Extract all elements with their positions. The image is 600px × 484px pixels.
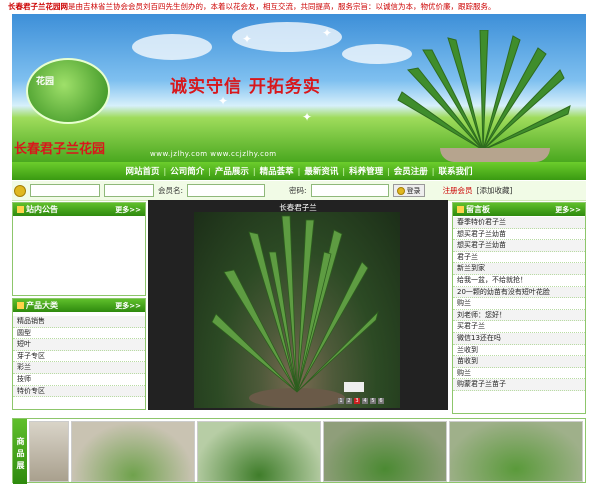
user-icon xyxy=(14,184,26,197)
notice-panel: 站内公告 更多>> xyxy=(12,202,146,296)
category-title: 产品大类 xyxy=(26,301,58,310)
site-intro-text: 是由吉林省兰协会会员刘百四先生创办的，本着以花会友，相互交流，共同提高，服务宗旨… xyxy=(68,2,496,11)
category-panel: 产品大类 更多>> 精品销售 圆型 短叶 芽子专区 彩兰 技师 特价专区 xyxy=(12,298,146,410)
flower-pot xyxy=(440,148,550,162)
category-item[interactable]: 芽子专区 xyxy=(13,351,145,363)
member-input[interactable] xyxy=(187,184,266,197)
member-label: 会员名: xyxy=(158,186,184,195)
nav-register[interactable]: 会员注册 xyxy=(390,165,432,177)
guestbook-item[interactable]: 春季特价君子兰 xyxy=(453,217,585,229)
nav-featured[interactable]: 精品荟萃 xyxy=(256,165,298,177)
guestbook-item[interactable]: 新兰到家 xyxy=(453,263,585,275)
favorite-link[interactable]: [添加收藏] xyxy=(477,185,513,196)
product-showcase: 商品展 xyxy=(12,418,586,484)
pager-dot[interactable]: 4 xyxy=(362,398,368,404)
register-link[interactable]: 注册会员 xyxy=(443,185,473,196)
guestbook-more[interactable]: 更多>> xyxy=(555,205,581,215)
search-input[interactable] xyxy=(30,184,100,197)
product-thumb[interactable] xyxy=(197,421,321,482)
guestbook-item[interactable]: 购兰 xyxy=(453,298,585,310)
logo-emblem xyxy=(26,58,110,124)
clivia-plant-image xyxy=(397,30,571,151)
guestbook-icon xyxy=(457,206,464,213)
login-icon xyxy=(396,186,405,195)
guestbook-item[interactable]: 20一颗的幼苗有没有短叶花脸 xyxy=(453,286,585,299)
category-item[interactable]: 精品销售 xyxy=(13,316,145,328)
nav-products[interactable]: 产品展示 xyxy=(211,165,253,177)
guestbook-item[interactable]: 购兰 xyxy=(453,368,585,380)
login-bar: 会员名: 密码: 登录 注册会员 [添加收藏] xyxy=(12,181,586,201)
category-item[interactable]: 特价专区 xyxy=(13,385,145,398)
category-more[interactable]: 更多>> xyxy=(115,301,141,311)
nav-care[interactable]: 科养管理 xyxy=(345,165,387,177)
notice-title: 站内公告 xyxy=(26,205,58,214)
guestbook-item[interactable]: 苗收到 xyxy=(453,356,585,368)
guestbook-item[interactable]: 想买君子兰幼苗 xyxy=(453,229,585,241)
header-banner: ✦ ✦ ✦ ✦ 花园 诚实守信 开拓务实 长春君子兰花园 www.jzlhy.c… xyxy=(12,14,586,162)
showcase-label: 商品展 xyxy=(13,419,27,484)
nav-news[interactable]: 最新资讯 xyxy=(300,165,342,177)
product-thumb[interactable] xyxy=(323,421,447,482)
pager-dot[interactable]: 5 xyxy=(370,398,376,404)
category-item[interactable]: 短叶 xyxy=(13,339,145,351)
main-nav: 网站首页 | 公司简介 | 产品展示 | 精品荟萃 | 最新资讯 | 科养管理 | 会员注册… xyxy=(12,162,586,180)
product-thumb[interactable] xyxy=(29,421,69,482)
guestbook-title: 留言板 xyxy=(466,205,490,214)
nav-about[interactable]: 公司简介 xyxy=(166,165,208,177)
slideshow-photo[interactable] xyxy=(194,212,400,408)
pager-dot[interactable]: 1 xyxy=(338,398,344,404)
category-icon xyxy=(17,302,24,309)
site-name-link[interactable]: 长春君子兰花园网 xyxy=(8,2,68,11)
guestbook-item[interactable]: 想买君子兰幼苗 xyxy=(453,240,585,252)
product-thumb[interactable] xyxy=(449,421,583,482)
banner-slogan: 诚实守信 开拓务实 xyxy=(170,77,321,97)
notice-more[interactable]: 更多>> xyxy=(115,205,141,215)
password-input[interactable] xyxy=(310,184,389,197)
slideshow[interactable]: 长春君子兰 1 2 3 4 5 6 xyxy=(148,200,448,410)
banner-urls: www.jzlhy.com www.ccjzlhy.com xyxy=(150,150,277,158)
banner-site-name: 长春君子兰花园 xyxy=(14,142,106,157)
notice-icon xyxy=(17,206,24,213)
guestbook-item[interactable]: 刘老师：您好！ xyxy=(453,309,585,322)
pager-dot[interactable]: 6 xyxy=(378,398,384,404)
product-thumb[interactable] xyxy=(71,421,195,482)
guestbook-item[interactable]: 购蒙君子兰苗子 xyxy=(453,379,585,391)
guestbook-item[interactable]: 君子兰 xyxy=(453,252,585,264)
category-item[interactable]: 圆型 xyxy=(13,328,145,340)
nav-home[interactable]: 网站首页 xyxy=(121,165,163,177)
logo-text: 花园 xyxy=(36,77,55,87)
login-button[interactable]: 登录 xyxy=(392,184,425,197)
category-item[interactable]: 技师 xyxy=(13,374,145,386)
category-item[interactable]: 彩兰 xyxy=(13,362,145,374)
guestbook-item[interactable]: 买君子兰 xyxy=(453,321,585,333)
top-info-line: 长春君子兰花园网是由吉林省兰协会会员刘百四先生创办的，本着以花会友，相互交流，共… xyxy=(0,0,600,14)
guestbook-item[interactable]: 给我一盆，不给就抢！ xyxy=(453,275,585,287)
password-label: 密码: xyxy=(289,186,307,195)
nav-contact[interactable]: 联系我们 xyxy=(435,165,477,177)
slideshow-pager: 1 2 3 4 5 6 xyxy=(338,398,384,404)
pager-dot[interactable]: 2 xyxy=(346,398,352,404)
guestbook-item[interactable]: 兰收到 xyxy=(453,345,585,357)
pager-dot-active[interactable]: 3 xyxy=(354,398,360,404)
guestbook-panel: 留言板 更多>> 春季特价君子兰 想买君子兰幼苗 想买君子兰幼苗 君子兰 新兰到家… xyxy=(452,202,586,414)
quick-input[interactable] xyxy=(104,184,154,197)
guestbook-item[interactable]: 微信13还在吗 xyxy=(453,332,585,345)
